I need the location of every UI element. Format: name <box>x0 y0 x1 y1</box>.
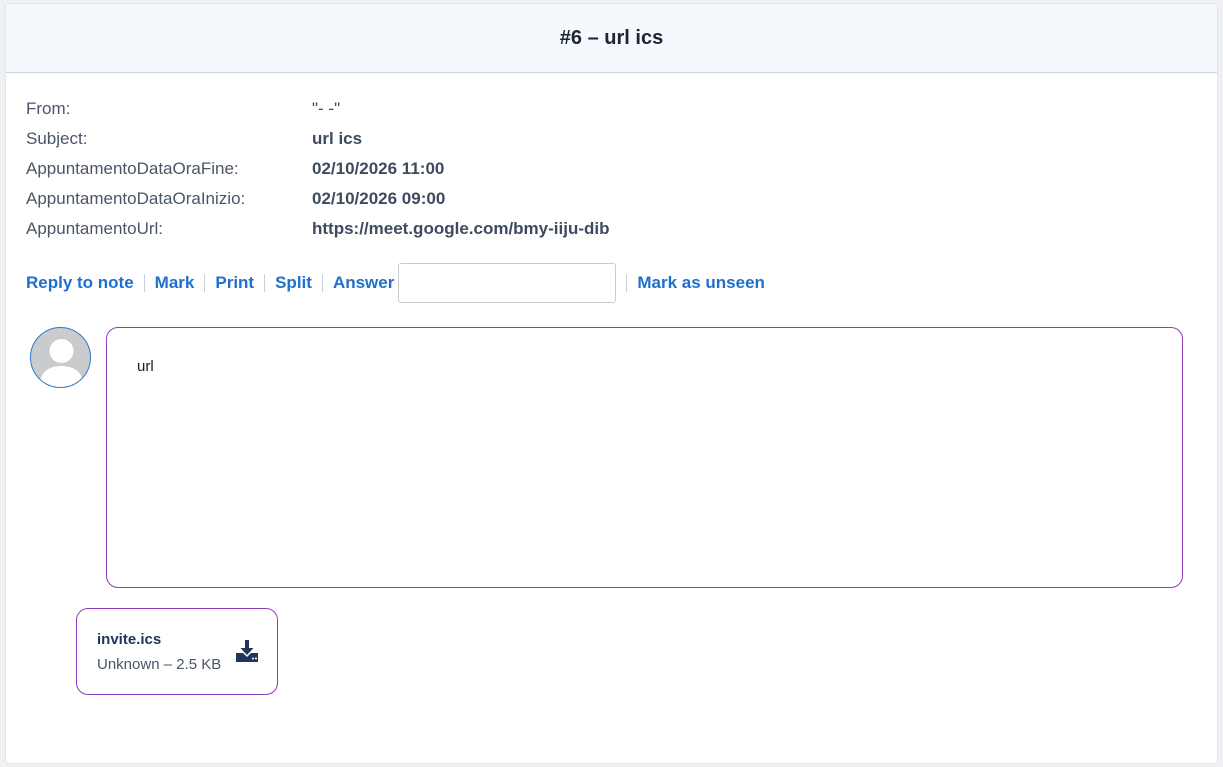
download-icon[interactable] <box>235 639 259 663</box>
split-link[interactable]: Split <box>265 273 322 293</box>
meta-key-from: From: <box>26 99 71 118</box>
reply-to-note-link[interactable]: Reply to note <box>26 273 144 293</box>
meta-row-start: AppuntamentoDataOraInizio: 02/10/2026 09… <box>26 184 610 214</box>
meta-row-end: AppuntamentoDataOraFine: 02/10/2026 11:0… <box>26 154 610 184</box>
user-silhouette-icon <box>39 339 84 387</box>
meta-value-subject: url ics <box>312 129 363 148</box>
meta-key-end: AppuntamentoDataOraFine: <box>26 159 239 178</box>
attachment-info: Unknown – 2.5 KB <box>97 656 222 673</box>
message-body-box: url <box>106 327 1183 588</box>
mark-link[interactable]: Mark <box>145 273 205 293</box>
action-bar: Reply to note Mark Print Split Answer Ma… <box>26 262 775 304</box>
meta-value-from: "- -" <box>312 99 341 118</box>
mark-as-unseen-link[interactable]: Mark as unseen <box>627 273 775 293</box>
answer-link[interactable]: Answer <box>323 273 394 293</box>
meta-row-url: AppuntamentoUrl: https://meet.google.com… <box>26 214 610 244</box>
meta-row-subject: Subject: url ics <box>26 124 610 154</box>
attachment-name[interactable]: invite.ics <box>97 631 161 648</box>
meta-value-url: https://meet.google.com/bmy-iiju-dib <box>312 219 610 238</box>
attachment-card[interactable]: invite.ics Unknown – 2.5 KB <box>76 608 278 695</box>
meta-key-subject: Subject: <box>26 129 88 148</box>
panel-header: #6 – url ics <box>6 4 1217 73</box>
meta-key-start: AppuntamentoDataOraInizio: <box>26 189 246 208</box>
meta-value-end: 02/10/2026 11:00 <box>312 159 445 178</box>
meta-value-start: 02/10/2026 09:00 <box>312 189 446 208</box>
page-title: #6 – url ics <box>559 26 664 49</box>
meta-row-from: From: "- -" <box>26 94 610 124</box>
message-meta: From: "- -" Subject: url ics Appuntament… <box>26 94 610 244</box>
meta-key-url: AppuntamentoUrl: <box>26 219 164 238</box>
message-body-text: url <box>137 358 154 375</box>
print-link[interactable]: Print <box>205 273 264 293</box>
answer-group: Answer <box>323 263 626 303</box>
message-panel: #6 – url ics From: "- -" Subject: url ic… <box>5 3 1218 764</box>
answer-input[interactable] <box>398 263 617 303</box>
avatar <box>30 327 91 388</box>
